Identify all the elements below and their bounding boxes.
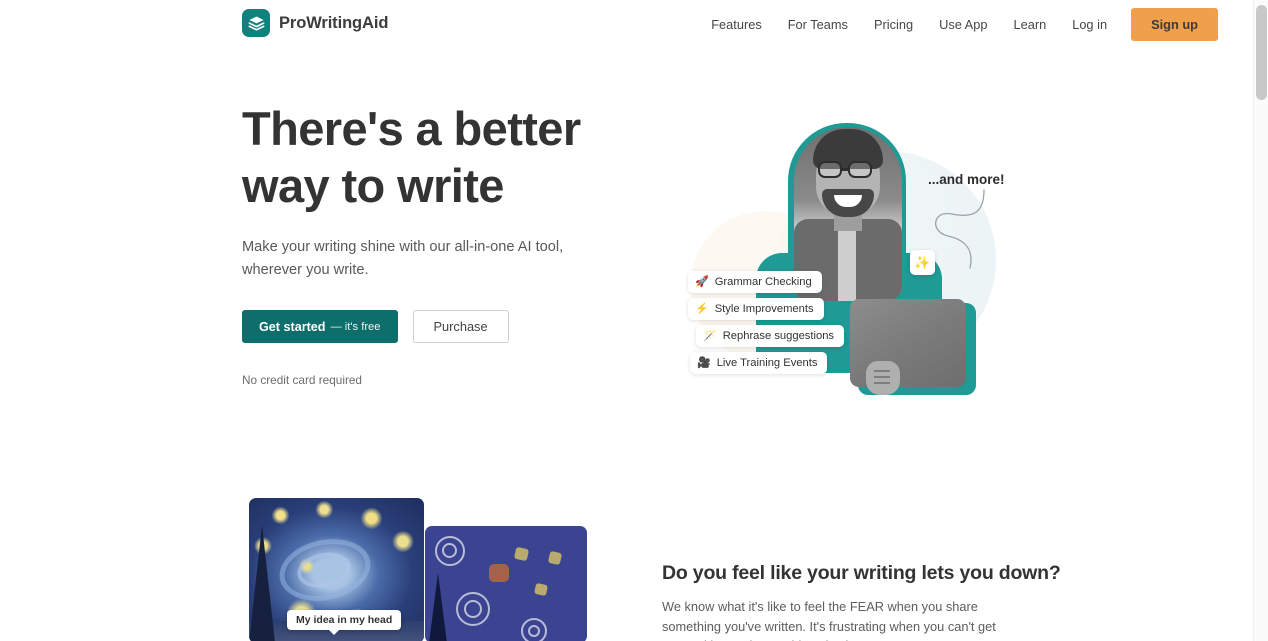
get-started-label: Get started <box>259 319 326 334</box>
feature-chip-list: 🚀 Grammar Checking ⚡ Style Improvements … <box>688 271 845 374</box>
person-jacket-right <box>856 219 902 301</box>
idea-tooltip: My idea in my head <box>287 610 402 635</box>
brand-name: ProWritingAid <box>279 13 389 32</box>
nav-link-features[interactable]: Features <box>698 11 775 38</box>
section-body-text: We know what it's like to feel the FEAR … <box>662 599 996 641</box>
hero-copy: There's a better way to write Make your … <box>242 100 642 387</box>
hero-title-line-2: way to write <box>242 159 504 212</box>
page-title: There's a better way to write <box>242 100 642 214</box>
stacked-pages-logo-icon <box>242 9 270 37</box>
nav-link-log-in[interactable]: Log in <box>1059 11 1120 38</box>
person-hand <box>866 361 900 395</box>
problem-statement-copy: Do you feel like your writing lets you d… <box>662 562 1061 641</box>
rocket-icon: 🚀 <box>695 275 709 288</box>
magic-wand-icon: 🪄 <box>703 329 717 342</box>
sign-up-button[interactable]: Sign up <box>1131 7 1218 41</box>
feature-chip-label: Grammar Checking <box>714 276 812 288</box>
vertical-scrollbar-thumb[interactable] <box>1256 5 1267 100</box>
main-navigation: Features For Teams Pricing Use App Learn… <box>698 0 1218 48</box>
feature-chip-rephrase-suggestions: 🪄 Rephrase suggestions <box>696 325 845 347</box>
crude-moon-shape <box>489 564 509 582</box>
browser-viewport: ProWritingAid Features For Teams Pricing… <box>0 0 1253 641</box>
vertical-scrollbar-track[interactable] <box>1253 0 1268 641</box>
hero-action-buttons: Get started — it's free Purchase <box>242 310 642 343</box>
hero-subtitle: Make your writing shine with our all-in-… <box>242 239 564 278</box>
feature-chip-label: Style Improvements <box>714 303 814 315</box>
site-header: ProWritingAid Features For Teams Pricing… <box>0 0 1253 48</box>
person-glasses-right-lens <box>848 161 872 178</box>
brand-logo-link[interactable]: ProWritingAid <box>242 9 388 37</box>
no-credit-card-note: No credit card required <box>242 373 362 387</box>
get-started-sublabel: — it's free <box>330 320 381 333</box>
nav-link-learn[interactable]: Learn <box>1000 11 1059 38</box>
feature-chip-style-improvements: ⚡ Style Improvements <box>688 298 824 320</box>
feature-chip-label: Live Training Events <box>716 357 818 369</box>
hero-title-line-1: There's a better <box>242 102 581 155</box>
get-started-button[interactable]: Get started — it's free <box>242 310 398 343</box>
crude-drawing-card <box>425 526 587 641</box>
video-camera-icon: 🎥 <box>697 356 711 369</box>
feature-chip-label: Rephrase suggestions <box>722 330 835 342</box>
hero-section: There's a better way to write Make your … <box>0 48 1253 478</box>
hero-illustration: ✨ ...and more! 🚀 Grammar Checking ⚡ Styl… <box>660 103 1020 433</box>
person-glasses-left-lens <box>818 161 842 178</box>
purchase-button[interactable]: Purchase <box>412 310 509 343</box>
painting-cypress-tree <box>249 525 275 641</box>
person-glasses-bridge <box>842 168 848 171</box>
page-root: ProWritingAid Features For Teams Pricing… <box>0 0 1268 641</box>
nav-link-use-app[interactable]: Use App <box>926 11 1000 38</box>
crude-cypress-shape <box>429 573 447 641</box>
feature-chip-grammar-checking: 🚀 Grammar Checking <box>688 271 822 293</box>
lightning-icon: ⚡ <box>695 302 709 315</box>
problem-statement-section: My idea in my head Do you feel like your… <box>0 478 1253 641</box>
curved-arrow-icon <box>935 189 985 269</box>
and-more-annotation: ...and more! <box>928 172 1005 187</box>
nav-link-pricing[interactable]: Pricing <box>861 11 926 38</box>
section-heading: Do you feel like your writing lets you d… <box>662 562 1061 584</box>
nav-link-for-teams[interactable]: For Teams <box>775 11 861 38</box>
feature-chip-live-training-events: 🎥 Live Training Events <box>690 352 828 374</box>
idea-comparison-illustration: My idea in my head <box>249 498 589 641</box>
